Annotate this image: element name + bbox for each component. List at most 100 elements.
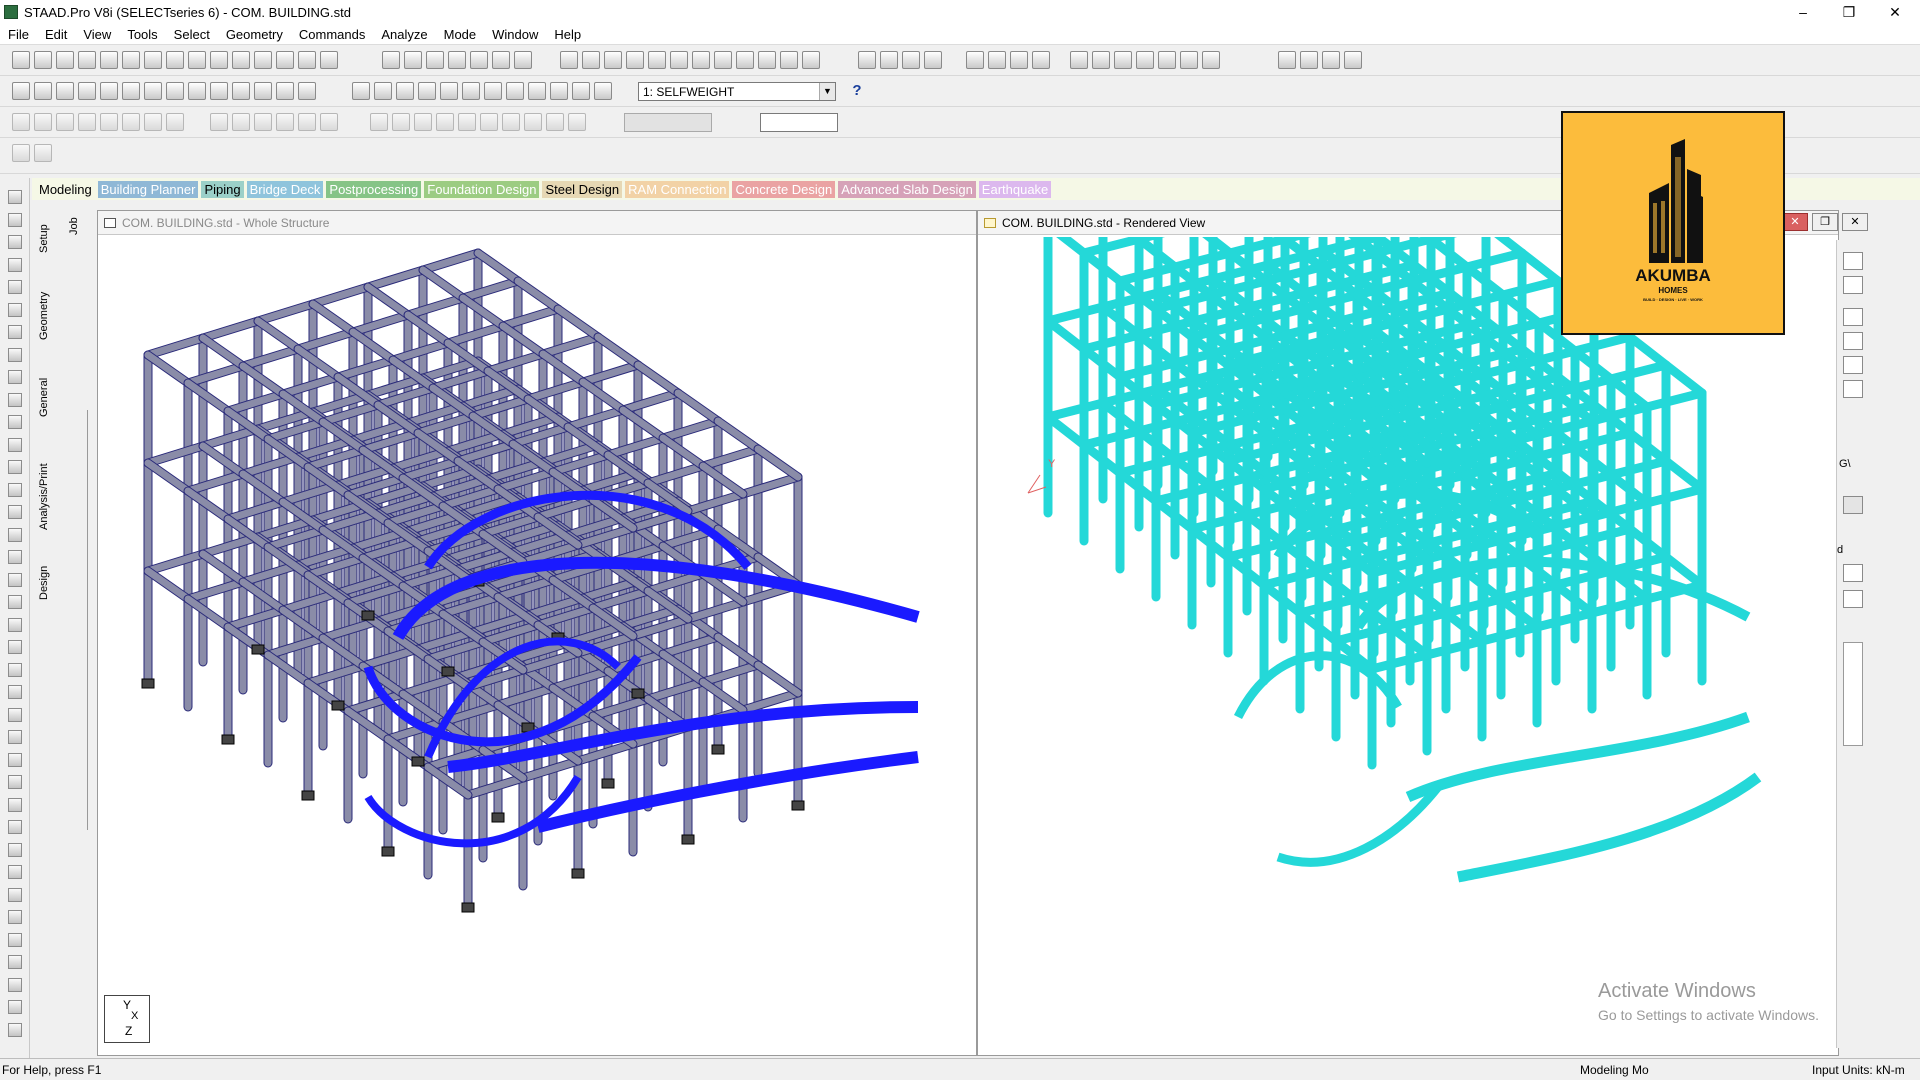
panel-field[interactable] xyxy=(1843,356,1863,374)
toolbar-button-icon[interactable] xyxy=(1300,51,1318,69)
menu-file[interactable]: File xyxy=(0,27,37,42)
toolbar-button-icon[interactable] xyxy=(594,82,612,100)
menu-mode[interactable]: Mode xyxy=(436,27,485,42)
toolbar-button-icon[interactable] xyxy=(144,113,162,131)
toolbar-button-icon[interactable] xyxy=(1032,51,1050,69)
panel-scrollbar[interactable] xyxy=(1843,642,1863,746)
toolbar-button-icon[interactable] xyxy=(320,113,338,131)
toolbar-button-icon[interactable] xyxy=(418,82,436,100)
toolbar-button-icon[interactable] xyxy=(122,113,140,131)
tab-advanced-slab-design[interactable]: Advanced Slab Design xyxy=(838,180,976,198)
toolbar-button-icon[interactable] xyxy=(276,113,294,131)
toolbar-button-icon[interactable] xyxy=(166,82,184,100)
toolbar-button-icon[interactable] xyxy=(298,113,316,131)
toolbar-button-icon[interactable] xyxy=(462,82,480,100)
toolbar-button-icon[interactable] xyxy=(298,51,316,69)
toolbar-button-icon[interactable] xyxy=(232,113,250,131)
toolbar-button-icon[interactable] xyxy=(924,51,942,69)
tool-icon[interactable] xyxy=(8,662,22,677)
toolbar-button-icon[interactable] xyxy=(648,51,666,69)
toolbar-button-icon[interactable] xyxy=(1114,51,1132,69)
toolbar-button-icon[interactable] xyxy=(1070,51,1088,69)
tab-building-planner[interactable]: Building Planner xyxy=(97,180,199,198)
toolbar-button-icon[interactable] xyxy=(568,113,586,131)
toolbar-button-icon[interactable] xyxy=(502,113,520,131)
tool-icon[interactable] xyxy=(8,212,22,227)
tab-piping[interactable]: Piping xyxy=(201,180,244,198)
toolbar-button-icon[interactable] xyxy=(758,51,776,69)
tab-modeling[interactable]: Modeling xyxy=(36,180,95,198)
toolbar-button-icon[interactable] xyxy=(626,51,644,69)
load-case-select[interactable]: 1: SELFWEIGHT ▼ xyxy=(638,82,836,101)
toolbar-button-icon[interactable] xyxy=(210,113,228,131)
tab-bridge-deck[interactable]: Bridge Deck xyxy=(246,180,324,198)
tool-icon[interactable] xyxy=(8,1000,22,1014)
toolbar-button-icon[interactable] xyxy=(572,82,590,100)
toolbar-button-icon[interactable] xyxy=(144,51,162,69)
toolbar-button-icon[interactable] xyxy=(426,51,444,69)
tool-icon[interactable] xyxy=(8,550,22,564)
minimize-button[interactable]: – xyxy=(1780,0,1826,24)
toolbar-button-icon[interactable] xyxy=(1202,51,1220,69)
toolbar-button-icon[interactable] xyxy=(56,82,74,100)
toolbar-button-icon[interactable] xyxy=(404,51,422,69)
tool-icon[interactable] xyxy=(8,527,22,542)
tool-icon[interactable] xyxy=(8,617,22,632)
toolbar-button-icon[interactable] xyxy=(254,113,272,131)
tool-icon[interactable] xyxy=(8,302,22,317)
toolbar-button-icon[interactable] xyxy=(210,51,228,69)
toolbar-button-icon[interactable] xyxy=(880,51,898,69)
toolbar-button-icon[interactable] xyxy=(604,51,622,69)
tool-icon[interactable] xyxy=(8,235,22,249)
toolbar-button-icon[interactable] xyxy=(448,51,466,69)
side-tab-design[interactable]: Design xyxy=(38,566,50,600)
toolbar-button-icon[interactable] xyxy=(370,113,388,131)
side-tab-job[interactable]: Job xyxy=(68,217,80,235)
menu-window[interactable]: Window xyxy=(484,27,546,42)
tool-icon[interactable] xyxy=(8,842,22,857)
toolbar-button-icon[interactable] xyxy=(514,51,532,69)
tool-icon[interactable] xyxy=(8,460,22,474)
tab-postprocessing[interactable]: Postprocessing xyxy=(326,180,422,198)
toolbar-button-icon[interactable] xyxy=(1136,51,1154,69)
toolbar-button-icon[interactable] xyxy=(484,82,502,100)
toolbar-button-icon[interactable] xyxy=(392,113,410,131)
toolbar-button-icon[interactable] xyxy=(34,113,52,131)
toolbar-button-icon[interactable] xyxy=(436,113,454,131)
toolbar-button-icon[interactable] xyxy=(670,51,688,69)
side-tab-general[interactable]: General xyxy=(38,378,50,417)
toolbar-button-icon[interactable] xyxy=(56,51,74,69)
menu-analyze[interactable]: Analyze xyxy=(373,27,435,42)
panel-field[interactable] xyxy=(1843,308,1863,326)
toolbar-button-icon[interactable] xyxy=(1010,51,1028,69)
toolbar-button-icon[interactable] xyxy=(12,82,30,100)
side-tab-analysis-print[interactable]: Analysis/Print xyxy=(38,463,50,530)
toolbar-button-icon[interactable] xyxy=(210,82,228,100)
toolbar-button-icon[interactable] xyxy=(12,51,30,69)
tool-icon[interactable] xyxy=(8,190,22,204)
tool-icon[interactable] xyxy=(8,482,22,497)
tool-icon[interactable] xyxy=(8,932,22,947)
tool-icon[interactable] xyxy=(8,775,22,789)
panel-field[interactable] xyxy=(1843,252,1863,270)
toolbar-button-icon[interactable] xyxy=(34,144,52,162)
toolbar-button-icon[interactable] xyxy=(78,113,96,131)
toolbar-button-icon[interactable] xyxy=(492,51,510,69)
toolbar-button-icon[interactable] xyxy=(1322,51,1340,69)
toolbar-button-icon[interactable] xyxy=(12,113,30,131)
tab-steel-design[interactable]: Steel Design xyxy=(542,180,623,198)
tool-icon[interactable] xyxy=(8,955,22,969)
toolbar-button-icon[interactable] xyxy=(382,51,400,69)
toolbar-button-icon[interactable] xyxy=(254,51,272,69)
tool-icon[interactable] xyxy=(8,370,22,384)
tool-icon[interactable] xyxy=(8,820,22,834)
toolbar-button-icon[interactable] xyxy=(506,82,524,100)
rendered-view-canvas[interactable] xyxy=(978,237,1840,1057)
tab-ram-connection[interactable]: RAM Connection xyxy=(625,180,730,198)
panel-field[interactable] xyxy=(1843,332,1863,350)
toolbar-button-icon[interactable] xyxy=(56,113,74,131)
toolbar-button-icon[interactable] xyxy=(320,51,338,69)
toolbar-button-icon[interactable] xyxy=(546,113,564,131)
toolbar-button-icon[interactable] xyxy=(232,51,250,69)
tool-icon[interactable] xyxy=(8,977,22,992)
